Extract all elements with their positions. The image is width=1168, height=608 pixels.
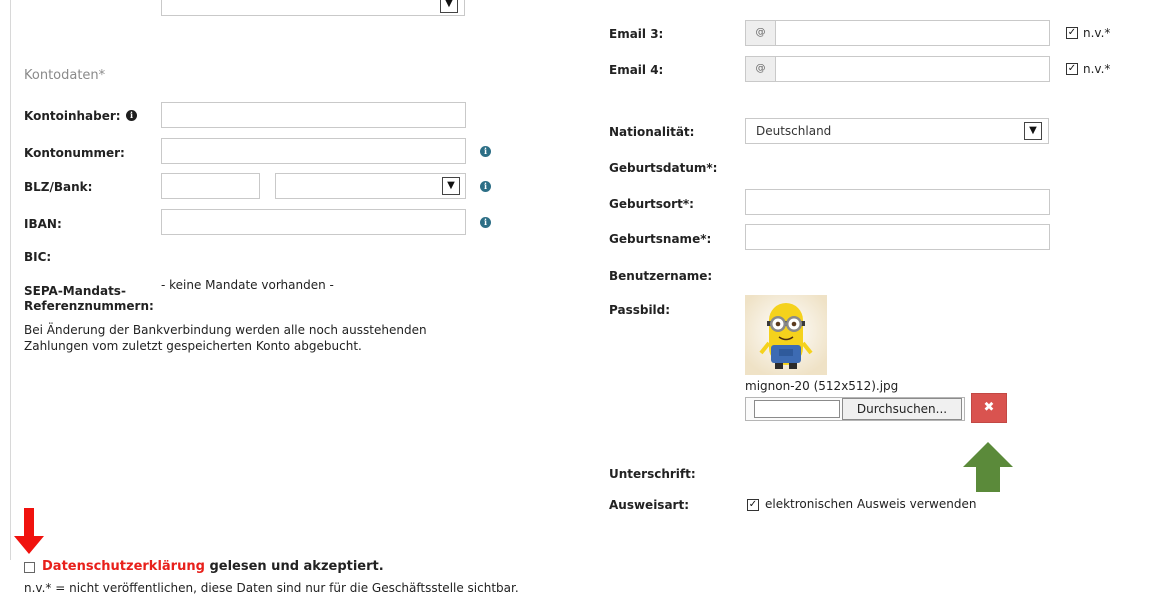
at-icon: @: [745, 20, 775, 46]
sepa-label-line2: Referenznummern:: [24, 299, 154, 313]
at-icon: @: [745, 56, 775, 82]
info-icon[interactable]: i: [480, 181, 491, 192]
passbild-label: Passbild:: [609, 303, 671, 317]
ausweis-checkbox-label: elektronischen Ausweis verwenden: [765, 497, 977, 511]
email3-input[interactable]: [775, 20, 1050, 46]
bank-change-note-line2: Zahlungen vom zuletzt gespeicherten Kont…: [24, 339, 362, 353]
close-icon: ✖: [983, 400, 995, 415]
kontonummer-label: Kontonummer:: [24, 146, 125, 160]
red-arrow-annotation: [14, 508, 44, 554]
remove-photo-button[interactable]: ✖: [971, 393, 1007, 423]
kontoinhaber-label: Kontoinhaber:: [24, 109, 121, 123]
geburtsdatum-label: Geburtsdatum*:: [609, 161, 718, 175]
privacy-checkbox[interactable]: [24, 562, 35, 573]
privacy-link[interactable]: Datenschutzerklärung: [42, 559, 205, 574]
section-title-kontodaten: Kontodaten*: [24, 68, 106, 83]
unterschrift-label: Unterschrift:: [609, 467, 696, 481]
info-icon[interactable]: i: [480, 217, 491, 228]
nationalitaet-label: Nationalität:: [609, 125, 695, 139]
sepa-value: - keine Mandate vorhanden -: [161, 278, 334, 292]
email4-nv-checkbox[interactable]: ✓: [1066, 63, 1078, 75]
iban-label: IBAN:: [24, 217, 62, 231]
privacy-statement: Datenschutzerklärung gelesen und akzepti…: [42, 559, 384, 574]
kontonummer-input[interactable]: [161, 138, 466, 164]
email4-input[interactable]: [775, 56, 1050, 82]
file-path-field[interactable]: [754, 400, 840, 418]
privacy-text: gelesen und akzeptiert.: [209, 559, 384, 574]
green-arrow-annotation: [962, 442, 1014, 492]
bank-change-note-line1: Bei Änderung der Bankverbindung werden a…: [24, 323, 427, 337]
geburtsname-input[interactable]: [745, 224, 1050, 250]
email3-label: Email 3:: [609, 27, 664, 41]
email4-label: Email 4:: [609, 63, 664, 77]
ausweisart-label: Ausweisart:: [609, 498, 690, 512]
passport-photo: [745, 295, 827, 375]
info-icon[interactable]: i: [480, 146, 491, 157]
email3-nv-checkbox[interactable]: ✓: [1066, 27, 1078, 39]
geburtsort-label: Geburtsort*:: [609, 197, 694, 211]
email4-nv-label: n.v.*: [1083, 62, 1111, 76]
benutzername-label: Benutzername:: [609, 269, 713, 283]
kontoinhaber-label-text: Kontoinhaber:: [24, 109, 121, 123]
ausweis-checkbox[interactable]: ✓: [747, 499, 759, 511]
file-upload-control[interactable]: Durchsuchen...: [745, 397, 965, 421]
email3-nv-label: n.v.*: [1083, 26, 1111, 40]
bank-select[interactable]: ▼: [275, 173, 466, 199]
bic-label: BIC:: [24, 250, 52, 264]
chevron-down-icon: ▼: [1024, 122, 1042, 140]
geburtsname-label: Geburtsname*:: [609, 232, 712, 246]
form-border: [10, 0, 11, 560]
nv-footnote: n.v.* = nicht veröffentlichen, diese Dat…: [24, 581, 519, 595]
top-select-partial[interactable]: ▼: [161, 0, 465, 16]
nationalitaet-select[interactable]: Deutschland ▼: [745, 118, 1049, 144]
sepa-label-line1: SEPA-Mandats-: [24, 284, 126, 298]
info-icon[interactable]: i: [126, 110, 137, 121]
nationalitaet-value: Deutschland: [756, 124, 832, 138]
chevron-down-icon: ▼: [442, 177, 460, 195]
blz-label: BLZ/Bank:: [24, 180, 93, 194]
iban-input[interactable]: [161, 209, 466, 235]
browse-button[interactable]: Durchsuchen...: [842, 398, 962, 420]
photo-filename: mignon-20 (512x512).jpg: [745, 379, 899, 393]
geburtsort-input[interactable]: [745, 189, 1050, 215]
kontoinhaber-input[interactable]: [161, 102, 466, 128]
blz-input[interactable]: [161, 173, 260, 199]
chevron-down-icon: ▼: [440, 0, 458, 13]
